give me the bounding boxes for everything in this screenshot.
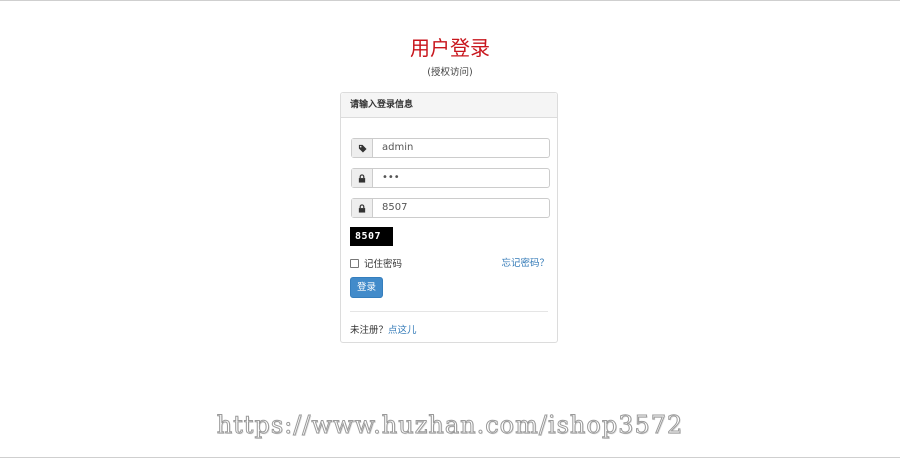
- lock-icon: [352, 199, 373, 217]
- password-value[interactable]: •••: [373, 169, 400, 187]
- panel-heading: 请输入登录信息: [341, 93, 557, 118]
- page-subtitle: (授权访问): [427, 67, 473, 78]
- captcha-value[interactable]: 8507: [373, 199, 407, 217]
- captcha-image[interactable]: 8507: [350, 227, 393, 246]
- register-link[interactable]: 点这儿: [388, 325, 417, 336]
- remember-checkbox[interactable]: [350, 258, 359, 268]
- username-field[interactable]: admin: [351, 138, 550, 158]
- login-button[interactable]: 登录: [350, 277, 383, 298]
- lock-icon: [352, 169, 373, 187]
- password-field[interactable]: •••: [351, 168, 550, 188]
- username-value[interactable]: admin: [373, 139, 413, 157]
- page-title: 用户登录: [410, 36, 490, 60]
- divider: [350, 311, 548, 312]
- tag-icon: [352, 139, 373, 157]
- remember-me[interactable]: 记住密码: [350, 256, 402, 270]
- captcha-input[interactable]: 8507: [351, 198, 550, 218]
- register-prompt: 未注册？: [350, 325, 389, 336]
- register-row: 未注册？点这儿: [350, 322, 417, 336]
- watermark-text: https://www.huzhan.com/ishop3572: [216, 411, 684, 440]
- remember-label: 记住密码: [364, 259, 403, 270]
- forgot-password-link[interactable]: 忘记密码？: [501, 255, 549, 269]
- login-panel: 请输入登录信息 admin ••• 8507 8507 记住密码 忘记密码？ 登…: [340, 92, 558, 343]
